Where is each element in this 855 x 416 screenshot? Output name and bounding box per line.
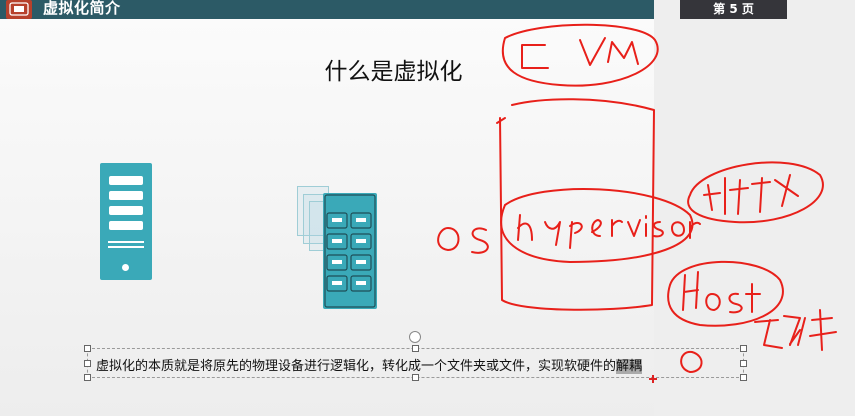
- header-title: 虚拟化简介: [43, 0, 121, 17]
- virtualized-server-icon: [323, 193, 377, 309]
- logo-icon: [6, 0, 32, 19]
- resize-handle[interactable]: [740, 374, 747, 381]
- resize-handle[interactable]: [740, 360, 747, 367]
- resize-handle[interactable]: [84, 374, 91, 381]
- cursor-icon: [649, 375, 657, 383]
- server-icon: [100, 163, 152, 280]
- resize-handle[interactable]: [740, 345, 747, 352]
- slide-header: 虚拟化简介: [0, 0, 654, 19]
- rotate-handle[interactable]: [409, 331, 421, 343]
- resize-handle[interactable]: [84, 345, 91, 352]
- resize-handle[interactable]: [412, 345, 419, 352]
- caption-highlight: 解耦: [616, 359, 643, 374]
- caption-text[interactable]: 虚拟化的本质就是将原先的物理设备进行逻辑化，转化成一个文件夹或文件，实现软硬件的…: [96, 355, 643, 374]
- resize-handle[interactable]: [84, 360, 91, 367]
- page-number-badge: 第 5 页: [680, 0, 787, 19]
- caption-main: 虚拟化的本质就是将原先的物理设备进行逻辑化，转化成一个文件夹或文件，实现软硬件的: [96, 359, 617, 374]
- resize-handle[interactable]: [412, 374, 419, 381]
- slide-title[interactable]: 什么是虚拟化: [0, 52, 787, 86]
